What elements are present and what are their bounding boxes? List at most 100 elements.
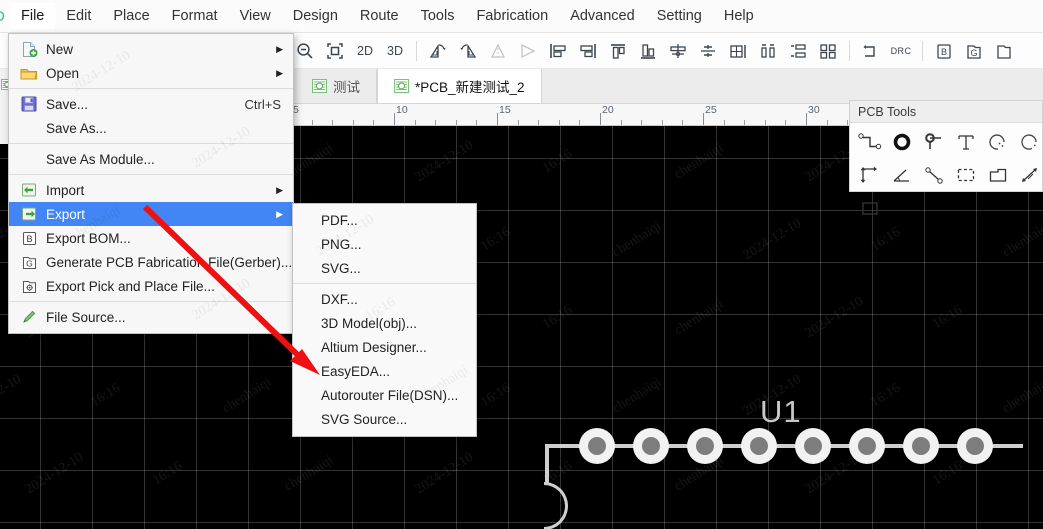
pcb-pad[interactable] (687, 428, 723, 464)
svg-text:B: B (26, 234, 32, 244)
mirror-icon[interactable] (483, 36, 513, 66)
pencil-icon (19, 308, 39, 326)
svg-text:B: B (941, 47, 947, 57)
pcb-pad[interactable] (741, 428, 777, 464)
menu-edit[interactable]: Edit (55, 3, 102, 29)
zoom-out-icon[interactable] (290, 36, 320, 66)
align-center-horizontal-icon[interactable] (693, 36, 723, 66)
pcb-pad[interactable] (957, 428, 993, 464)
ruler-minor-tick (414, 120, 416, 125)
pad-circle-icon[interactable] (886, 125, 918, 158)
menu-help[interactable]: Help (713, 3, 765, 29)
copper-area-icon[interactable] (982, 158, 1014, 191)
distribute-horizontal-icon[interactable] (753, 36, 783, 66)
flip-horizontal-icon[interactable] (423, 36, 453, 66)
track-icon[interactable] (854, 125, 886, 158)
fit-to-screen-icon[interactable] (320, 36, 350, 66)
pcb-doc-icon (394, 79, 409, 93)
file-menu-item-save[interactable]: Save... Ctrl+S (9, 92, 293, 116)
menu-advanced[interactable]: Advanced (559, 3, 646, 29)
pcb-pad[interactable] (849, 428, 885, 464)
select-region-icon[interactable] (950, 158, 982, 191)
tab-ceshi[interactable]: 测试 (296, 69, 377, 103)
easyeda-pcb-editor-window: 2024-12-1016:16chenhaiqi2024-12-1016:16c… (0, 0, 1043, 529)
file-menu-item-import[interactable]: Import ▶ (9, 178, 293, 202)
export-item-svg-source[interactable]: SVG Source... (293, 407, 476, 431)
arc-2point-icon[interactable] (1014, 125, 1043, 158)
menu-item-shortcut: Ctrl+S (244, 96, 281, 112)
export-item-altium-designer[interactable]: Altium Designer... (293, 335, 476, 359)
open-folder-icon (19, 64, 39, 82)
view-3d-button[interactable]: 3D (380, 36, 410, 66)
file-menu-item-export-bom[interactable]: B Export BOM... (9, 226, 293, 250)
new-document-icon (19, 40, 39, 58)
bom-icon[interactable]: B (929, 36, 959, 66)
tab-pcb-new-test-2[interactable]: *PCB_新建测试_2 (377, 69, 542, 103)
arrange-icon[interactable] (813, 36, 843, 66)
tab-label: 测试 (333, 80, 360, 95)
file-menu-item-save-as-module[interactable]: Save As Module... (9, 147, 293, 171)
pcb-component-u1[interactable]: U1 (544, 394, 1023, 529)
file-menu-item-export[interactable]: Export ▶ (9, 202, 293, 226)
drc-button[interactable]: DRC (886, 36, 916, 66)
arc-3point-icon[interactable] (982, 125, 1014, 158)
coordinate-icon[interactable] (854, 158, 886, 191)
text-tool-icon[interactable] (950, 125, 982, 158)
export-item-pdf[interactable]: PDF... (293, 208, 476, 232)
align-left-icon[interactable] (543, 36, 573, 66)
pick-place-box-icon (19, 277, 39, 295)
angle-icon[interactable] (886, 158, 918, 191)
menu-route[interactable]: Route (349, 3, 410, 29)
menu-design[interactable]: Design (282, 3, 349, 29)
menu-file[interactable]: File (10, 3, 56, 29)
distribute-grid-icon[interactable] (723, 36, 753, 66)
rect-icon[interactable] (854, 191, 886, 224)
ruler-minor-tick (723, 120, 725, 125)
rotate-icon[interactable] (513, 36, 543, 66)
align-center-vertical-icon[interactable] (663, 36, 693, 66)
pcb-pad[interactable] (795, 428, 831, 464)
distribute-vertical-icon[interactable] (783, 36, 813, 66)
dimension-icon[interactable] (1014, 158, 1043, 191)
flip-vertical-icon[interactable] (453, 36, 483, 66)
chevron-right-icon: ▶ (276, 43, 283, 54)
file-menu-dropdown: New ▶ Open ▶ Save... Ctrl+S Save As... Save As … (8, 33, 294, 334)
toolbar-separator (849, 40, 850, 61)
pcb-pad[interactable] (633, 428, 669, 464)
ruler-minor-tick (682, 120, 684, 125)
menu-setting[interactable]: Setting (646, 3, 713, 29)
export-item-svg[interactable]: SVG... (293, 256, 476, 280)
tab-label: *PCB_新建测试_2 (415, 80, 525, 95)
floppy-save-icon (19, 95, 39, 113)
align-bottom-icon[interactable] (633, 36, 663, 66)
menu-separator (9, 174, 293, 175)
ruler-minor-tick (661, 120, 663, 125)
file-menu-item-file-source[interactable]: File Source... (9, 305, 293, 329)
menu-format[interactable]: Format (161, 3, 229, 29)
view-2d-button[interactable]: 2D (350, 36, 380, 66)
menu-item-label: Export Pick and Place File... (46, 278, 215, 294)
file-menu-item-new[interactable]: New ▶ (9, 37, 293, 61)
file-menu-item-open[interactable]: Open ▶ (9, 61, 293, 85)
pick-place-icon[interactable] (989, 36, 1019, 66)
component-outline-top (545, 444, 1023, 448)
align-right-icon[interactable] (573, 36, 603, 66)
menu-item-label: Generate PCB Fabrication File(Gerber)... (46, 254, 293, 270)
menu-place[interactable]: Place (102, 3, 160, 29)
menu-view[interactable]: View (229, 3, 282, 29)
file-menu-item-generate-pcb-fabrication-file-gerber[interactable]: G Generate PCB Fabrication File(Gerber)..… (9, 250, 293, 274)
route-corner-icon[interactable] (856, 36, 886, 66)
connection-icon[interactable] (918, 158, 950, 191)
pcb-pad[interactable] (579, 428, 615, 464)
gerber-icon[interactable]: G (959, 36, 989, 66)
menu-item-label: File Source... (46, 309, 126, 325)
via-icon[interactable] (918, 125, 950, 158)
ruler-minor-tick (641, 120, 643, 125)
svg-text:G: G (970, 48, 977, 58)
ruler-label: 10 (396, 104, 408, 116)
menu-fabrication[interactable]: Fabrication (465, 3, 559, 29)
align-top-icon[interactable] (603, 36, 633, 66)
pcb-pad[interactable] (903, 428, 939, 464)
ruler-minor-tick (826, 120, 828, 125)
menu-tools[interactable]: Tools (410, 3, 466, 29)
